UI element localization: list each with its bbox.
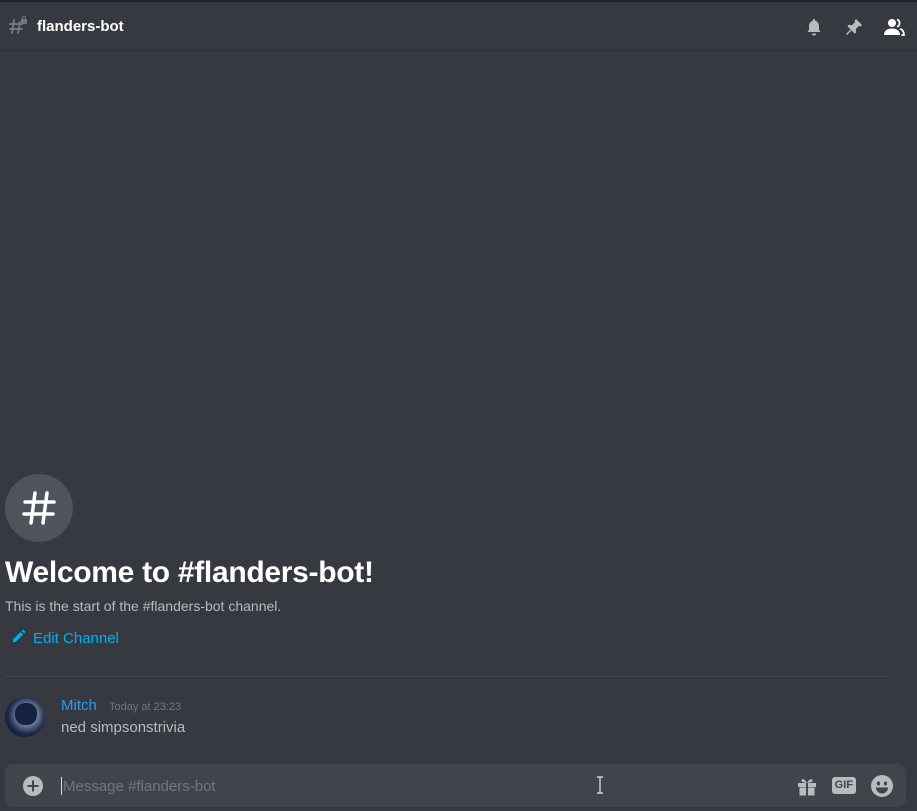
message-text: ned simpsonstrivia	[61, 719, 186, 736]
gift-icon[interactable]	[796, 775, 818, 797]
emoji-icon[interactable]	[870, 774, 894, 798]
hash-icon	[5, 474, 73, 542]
welcome-title: Welcome to #flanders-bot!	[5, 556, 374, 589]
attach-button[interactable]	[22, 775, 44, 797]
text-cursor-icon	[595, 775, 605, 795]
edit-channel-button[interactable]: Edit Channel	[12, 629, 119, 647]
bell-icon[interactable]	[803, 16, 825, 38]
message-input[interactable]	[61, 777, 741, 795]
channel-name: flanders-bot	[37, 17, 124, 35]
message-author[interactable]: Mitch	[61, 697, 97, 714]
edit-channel-label: Edit Channel	[33, 629, 119, 647]
gif-label: GIF	[831, 777, 856, 794]
channel-header: flanders-bot	[0, 2, 917, 51]
gif-button[interactable]: GIF	[831, 777, 856, 794]
message: Mitch Today at 23:23 ned simpsonstrivia	[5, 697, 885, 741]
composer-actions: GIF	[796, 764, 894, 807]
channel-welcome: Welcome to #flanders-bot! This is the st…	[5, 474, 895, 648]
pin-icon[interactable]	[843, 16, 865, 38]
welcome-subtitle: This is the start of the #flanders-bot c…	[5, 598, 282, 614]
members-icon[interactable]	[883, 16, 905, 38]
avatar[interactable]	[5, 697, 45, 737]
pencil-icon	[12, 629, 26, 647]
message-timestamp: Today at 23:23	[109, 701, 182, 713]
header-actions	[803, 2, 905, 51]
message-composer: GIF	[5, 764, 906, 807]
hash-locked-icon	[8, 16, 28, 36]
divider	[5, 676, 890, 677]
